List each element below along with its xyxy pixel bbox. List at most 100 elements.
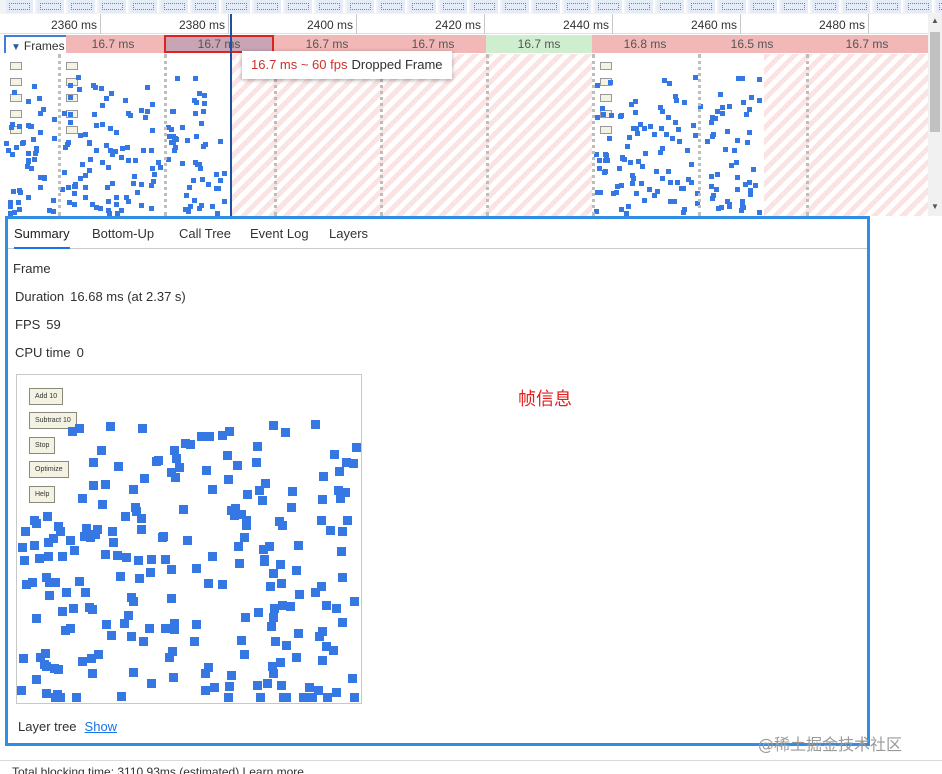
moving-square xyxy=(109,91,114,96)
filmstrip-thumbnail[interactable] xyxy=(750,0,779,13)
filmstrip-thumbnail[interactable] xyxy=(905,0,934,13)
filmstrip-thumbnail[interactable] xyxy=(781,0,810,13)
moving-square xyxy=(753,183,758,188)
moving-square xyxy=(295,590,304,599)
filmstrip-thumbnail[interactable] xyxy=(99,0,128,13)
moving-square xyxy=(292,653,301,662)
moving-square xyxy=(210,204,215,209)
moving-square xyxy=(52,136,57,141)
moving-square xyxy=(85,603,94,612)
moving-square xyxy=(70,546,79,555)
playhead-line[interactable] xyxy=(230,14,232,216)
moving-square xyxy=(281,428,290,437)
dropped-frame-region xyxy=(764,54,928,216)
frame-screenshot[interactable] xyxy=(60,54,166,216)
filmstrip-thumbnail[interactable] xyxy=(409,0,438,13)
filmstrip-thumbnail[interactable] xyxy=(595,0,624,13)
filmstrip-thumbnail[interactable] xyxy=(254,0,283,13)
moving-square xyxy=(277,579,286,588)
filmstrip-thumbnail[interactable] xyxy=(626,0,655,13)
timeline-overview[interactable]: 2360 ms 2380 ms 2400 ms 2420 ms 2440 ms … xyxy=(0,14,942,216)
moving-square xyxy=(343,516,352,525)
frame-bar[interactable]: 16.7 ms xyxy=(806,35,928,53)
frame-screenshot[interactable] xyxy=(4,54,60,216)
moving-square xyxy=(631,176,636,181)
filmstrip-thumbnail[interactable] xyxy=(285,0,314,13)
frames-track[interactable]: ▼ Frames 16.7 ms 16.7 ms 16.7 ms 16.7 ms … xyxy=(0,35,928,53)
tab-bottom-up[interactable]: Bottom-Up xyxy=(92,219,154,249)
fps-value: 59 xyxy=(46,317,61,332)
moving-square xyxy=(269,569,278,578)
moving-square xyxy=(72,191,77,196)
frame-bar[interactable]: 16.7 ms xyxy=(60,35,166,53)
moving-square xyxy=(11,189,16,194)
moving-square xyxy=(6,148,11,153)
moving-square xyxy=(110,152,115,157)
filmstrip-thumbnail[interactable] xyxy=(440,0,469,13)
moving-square xyxy=(199,121,204,126)
moving-square xyxy=(639,181,644,186)
moving-square xyxy=(98,500,107,509)
filmstrip-thumbnail[interactable] xyxy=(223,0,252,13)
layer-tree-show-link[interactable]: Show xyxy=(85,719,118,734)
frame-screenshot[interactable] xyxy=(166,54,230,216)
filmstrip-thumbnail[interactable] xyxy=(657,0,686,13)
screenshot-filmstrip[interactable] xyxy=(0,0,942,14)
frame-screenshot[interactable] xyxy=(594,54,704,216)
moving-square xyxy=(757,210,762,215)
moving-square xyxy=(131,181,136,186)
preview-button-stop: Stop xyxy=(29,437,56,454)
filmstrip-thumbnail[interactable] xyxy=(471,0,500,13)
frame-bar[interactable]: 16.7 ms xyxy=(486,35,592,53)
moving-square xyxy=(62,170,67,175)
scroll-up-icon[interactable]: ▲ xyxy=(931,16,939,25)
moving-square xyxy=(200,177,205,182)
scroll-down-icon[interactable]: ▼ xyxy=(931,202,939,211)
moving-square xyxy=(63,145,68,150)
filmstrip-thumbnail[interactable] xyxy=(874,0,903,13)
moving-square xyxy=(179,505,188,514)
moving-square xyxy=(197,206,202,211)
filmstrip-thumbnail[interactable] xyxy=(192,0,221,13)
moving-square xyxy=(167,565,176,574)
filmstrip-thumbnail[interactable] xyxy=(936,0,942,13)
filmstrip-thumbnail[interactable] xyxy=(843,0,872,13)
filmstrip-thumbnail[interactable] xyxy=(688,0,717,13)
filmstrip-thumbnail[interactable] xyxy=(161,0,190,13)
frame-bar[interactable]: 16.5 ms xyxy=(698,35,806,53)
filmstrip-thumbnail[interactable] xyxy=(347,0,376,13)
moving-square xyxy=(137,525,146,534)
filmstrip-thumbnail[interactable] xyxy=(130,0,159,13)
filmstrip-thumbnail[interactable] xyxy=(564,0,593,13)
tab-layers[interactable]: Layers xyxy=(329,219,368,249)
cpu-time-row: CPU time 0 xyxy=(15,345,84,360)
moving-square xyxy=(727,204,732,209)
filmstrip-thumbnail[interactable] xyxy=(533,0,562,13)
moving-square xyxy=(38,185,43,190)
tab-call-tree[interactable]: Call Tree xyxy=(179,219,231,249)
frame-screenshot[interactable] xyxy=(704,54,764,216)
moving-square xyxy=(203,142,208,147)
tab-event-log[interactable]: Event Log xyxy=(250,219,309,249)
filmstrip-thumbnail[interactable] xyxy=(378,0,407,13)
moving-square xyxy=(106,422,115,431)
timeline-scrollbar[interactable]: ▲ ▼ xyxy=(928,14,942,216)
moving-square xyxy=(93,525,102,534)
moving-square xyxy=(660,146,665,151)
status-footer: Total blocking time: 3110.93ms (estimate… xyxy=(0,760,942,774)
frame-screenshots[interactable] xyxy=(0,54,928,216)
moving-square xyxy=(80,532,89,541)
filmstrip-thumbnail[interactable] xyxy=(37,0,66,13)
filmstrip-thumbnail[interactable] xyxy=(6,0,35,13)
cpu-time-label: CPU time xyxy=(15,345,71,360)
tab-summary[interactable]: Summary xyxy=(14,219,70,249)
frame-bar[interactable]: 16.8 ms xyxy=(592,35,698,53)
filmstrip-thumbnail[interactable] xyxy=(812,0,841,13)
filmstrip-thumbnail[interactable] xyxy=(719,0,748,13)
filmstrip-thumbnail[interactable] xyxy=(68,0,97,13)
filmstrip-thumbnail[interactable] xyxy=(502,0,531,13)
filmstrip-thumbnail[interactable] xyxy=(316,0,345,13)
mini-button-stack xyxy=(600,62,612,142)
frames-track-toggle[interactable]: ▼ Frames xyxy=(4,35,66,53)
scrollbar-thumb[interactable] xyxy=(930,32,940,132)
